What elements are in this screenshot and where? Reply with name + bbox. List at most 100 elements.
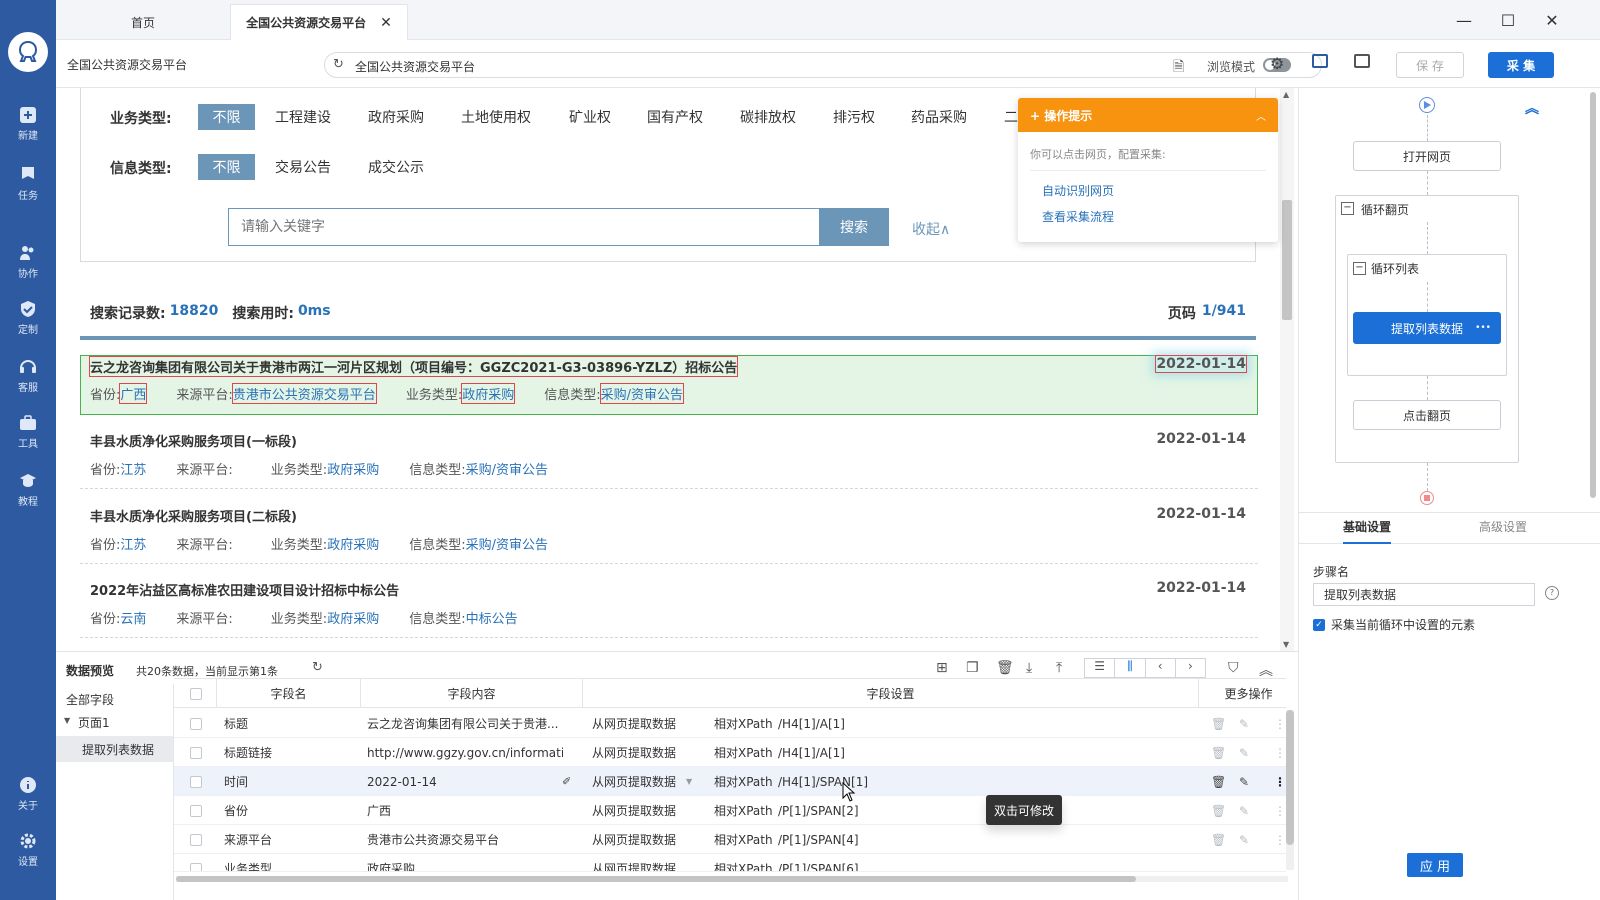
- panel-collapse-icon[interactable]: ︽: [1525, 98, 1539, 118]
- cell-method[interactable]: 从网页提取数据: [592, 796, 676, 825]
- meta-info-value[interactable]: 采购/资审公告: [466, 534, 548, 553]
- row-more-icon[interactable]: ⋮: [1274, 767, 1286, 796]
- window-close-icon[interactable]: ✕: [1540, 8, 1564, 32]
- table-row[interactable]: 省份 广西 从网页提取数据 相对XPath /P[1]/SPAN[2] 🗑 ✎ …: [174, 796, 1286, 825]
- preview-hscrollbar-thumb[interactable]: [176, 876, 1136, 882]
- page-file-icon[interactable]: 🗎: [1173, 56, 1184, 80]
- rail-settings[interactable]: 设置: [0, 832, 56, 868]
- row-more-icon[interactable]: ⋮: [1274, 709, 1286, 738]
- result-title[interactable]: 丰县水质净化采购服务项目(二标段): [90, 506, 297, 525]
- row-edit-icon[interactable]: ✎: [1239, 738, 1249, 767]
- info-option[interactable]: 交易公告: [275, 154, 331, 180]
- table-row[interactable]: 标题 云之龙咨询集团有限公司关于贵港... 从网页提取数据 相对XPath /H…: [174, 709, 1286, 738]
- meta-info-value[interactable]: 采购/资审公告: [466, 459, 548, 478]
- business-option[interactable]: 碳排放权: [740, 104, 796, 130]
- tree-expand-icon[interactable]: ▼: [64, 716, 70, 725]
- collect-button[interactable]: 采 集: [1488, 52, 1554, 78]
- web-scrollbar[interactable]: ▲ ▼: [1280, 88, 1294, 651]
- business-option[interactable]: 土地使用权: [461, 104, 531, 130]
- address-bar[interactable]: ↻ 全国公共资源交易平台 🗎 浏览模式: [324, 52, 1322, 78]
- flow-scrollbar[interactable]: [1590, 92, 1596, 498]
- cell-method[interactable]: 从网页提取数据: [592, 767, 676, 796]
- row-delete-icon[interactable]: 🗑: [1211, 825, 1226, 854]
- row-delete-icon[interactable]: 🗑: [1211, 738, 1226, 767]
- meta-province-value[interactable]: 江苏: [120, 534, 146, 553]
- apply-button[interactable]: 应 用: [1407, 853, 1463, 877]
- settings-gear-icon[interactable]: ⚙: [1270, 54, 1284, 73]
- result-date[interactable]: 2022-01-14: [1155, 355, 1247, 373]
- cell-method[interactable]: 从网页提取数据: [592, 854, 676, 871]
- keyword-input[interactable]: [229, 209, 843, 245]
- row-delete-icon[interactable]: 🗑: [1211, 709, 1226, 738]
- list-view-icon[interactable]: ☰: [1085, 659, 1116, 677]
- cell-method[interactable]: 从网页提取数据: [592, 709, 676, 738]
- business-option[interactable]: 不限: [198, 104, 255, 130]
- collapse-preview-icon[interactable]: ︽: [1259, 660, 1273, 680]
- maximize-icon[interactable]: ☐: [1496, 8, 1520, 32]
- collect-loop-checkbox[interactable]: ✓: [1313, 618, 1325, 631]
- tips-collapse-icon[interactable]: ︿: [1256, 108, 1266, 123]
- tab-home[interactable]: 首页: [56, 4, 230, 40]
- rail-collab[interactable]: 协作: [0, 244, 56, 280]
- business-option[interactable]: 政府采购: [368, 104, 424, 130]
- table-row[interactable]: 标题链接 http://www.ggzy.gov.cn/informatio..…: [174, 738, 1286, 767]
- loop-list-minus-icon[interactable]: −: [1353, 262, 1366, 275]
- cell-xpath[interactable]: /H4[1]/A[1]: [778, 738, 845, 767]
- preview-hscrollbar[interactable]: [176, 876, 1288, 882]
- row-delete-icon[interactable]: 🗑: [1211, 796, 1226, 825]
- cell-xpath[interactable]: /P[1]/SPAN[4]: [778, 825, 859, 854]
- meta-biz-value[interactable]: 政府采购: [327, 608, 379, 627]
- search-button[interactable]: 搜索: [819, 208, 889, 246]
- close-tab-icon[interactable]: ✕: [380, 15, 392, 31]
- loop-page-minus-icon[interactable]: −: [1341, 202, 1354, 215]
- delete-icon[interactable]: 🗑: [996, 660, 1014, 676]
- business-option[interactable]: 药品采购: [911, 104, 967, 130]
- next-icon[interactable]: ›: [1176, 659, 1205, 677]
- extract-more-icon[interactable]: •••: [1475, 323, 1491, 333]
- preview-refresh-icon[interactable]: ↻: [312, 660, 323, 675]
- table-row-hovered[interactable]: 时间 2022-01-14 ✐ 从网页提取数据 ▼ 相对XPath /H4[1]…: [174, 767, 1286, 796]
- row-checkbox[interactable]: [190, 717, 202, 730]
- table-row[interactable]: 业务类型 政府采购 从网页提取数据 相对XPath /P[1]/SPAN[6]: [174, 854, 1286, 872]
- business-option[interactable]: 国有产权: [647, 104, 703, 130]
- meta-biz-value[interactable]: 政府采购: [461, 383, 516, 404]
- cell-xpath[interactable]: /H4[1]/A[1]: [778, 709, 845, 738]
- info-option[interactable]: 成交公示: [368, 154, 424, 180]
- meta-platform-value[interactable]: 贵港市公共资源交易平台: [231, 383, 377, 404]
- step-name-input[interactable]: [1313, 583, 1535, 606]
- row-edit-icon[interactable]: ✎: [1239, 709, 1249, 738]
- row-edit-icon[interactable]: ✎: [1239, 767, 1249, 796]
- meta-biz-value[interactable]: 政府采购: [327, 534, 379, 553]
- row-edit-icon[interactable]: ✎: [1239, 825, 1249, 854]
- table-row[interactable]: 来源平台 贵港市公共资源交易平台 从网页提取数据 相对XPath /P[1]/S…: [174, 825, 1286, 854]
- scroll-up-icon[interactable]: ▲: [1283, 90, 1289, 99]
- row-more-icon[interactable]: ⋮: [1274, 796, 1286, 825]
- refresh-icon[interactable]: ↻: [333, 57, 344, 72]
- tab-advanced-settings[interactable]: 高级设置: [1479, 518, 1527, 535]
- flow-node-extract[interactable]: 提取列表数据 •••: [1353, 312, 1501, 344]
- add-field-icon[interactable]: ⊞: [936, 660, 948, 676]
- row-checkbox[interactable]: [190, 746, 202, 759]
- copy-icon[interactable]: ❐: [966, 660, 979, 676]
- web-scrollbar-thumb[interactable]: [1282, 200, 1292, 320]
- cell-method[interactable]: 从网页提取数据: [592, 825, 676, 854]
- select-all-checkbox[interactable]: [190, 688, 202, 700]
- meta-province-value[interactable]: 广西: [119, 383, 148, 404]
- row-checkbox[interactable]: [190, 775, 202, 788]
- row-more-icon[interactable]: ⋮: [1274, 738, 1286, 767]
- flow-node-open-page[interactable]: 打开网页: [1353, 141, 1501, 171]
- business-option[interactable]: 二: [1004, 104, 1018, 130]
- row-more-icon[interactable]: ⋮: [1274, 825, 1286, 854]
- row-checkbox[interactable]: [190, 833, 202, 846]
- meta-info-value[interactable]: 中标公告: [466, 608, 518, 627]
- layout-bottom-icon[interactable]: [1312, 54, 1328, 68]
- business-option[interactable]: 工程建设: [275, 104, 331, 130]
- rail-tools[interactable]: 工具: [0, 414, 56, 450]
- meta-province-value[interactable]: 江苏: [120, 459, 146, 478]
- result-title[interactable]: 2022年沾益区高标准农田建设项目设计招标中标公告: [90, 580, 399, 599]
- collect-loop-checkbox-row[interactable]: ✓ 采集当前循环中设置的元素: [1313, 616, 1475, 633]
- view-flow-link[interactable]: 查看采集流程: [1042, 208, 1114, 225]
- collapse-link[interactable]: 收起∧: [912, 219, 950, 239]
- meta-info-value[interactable]: 采购/资审公告: [599, 383, 685, 404]
- rail-new[interactable]: 新建: [0, 106, 56, 142]
